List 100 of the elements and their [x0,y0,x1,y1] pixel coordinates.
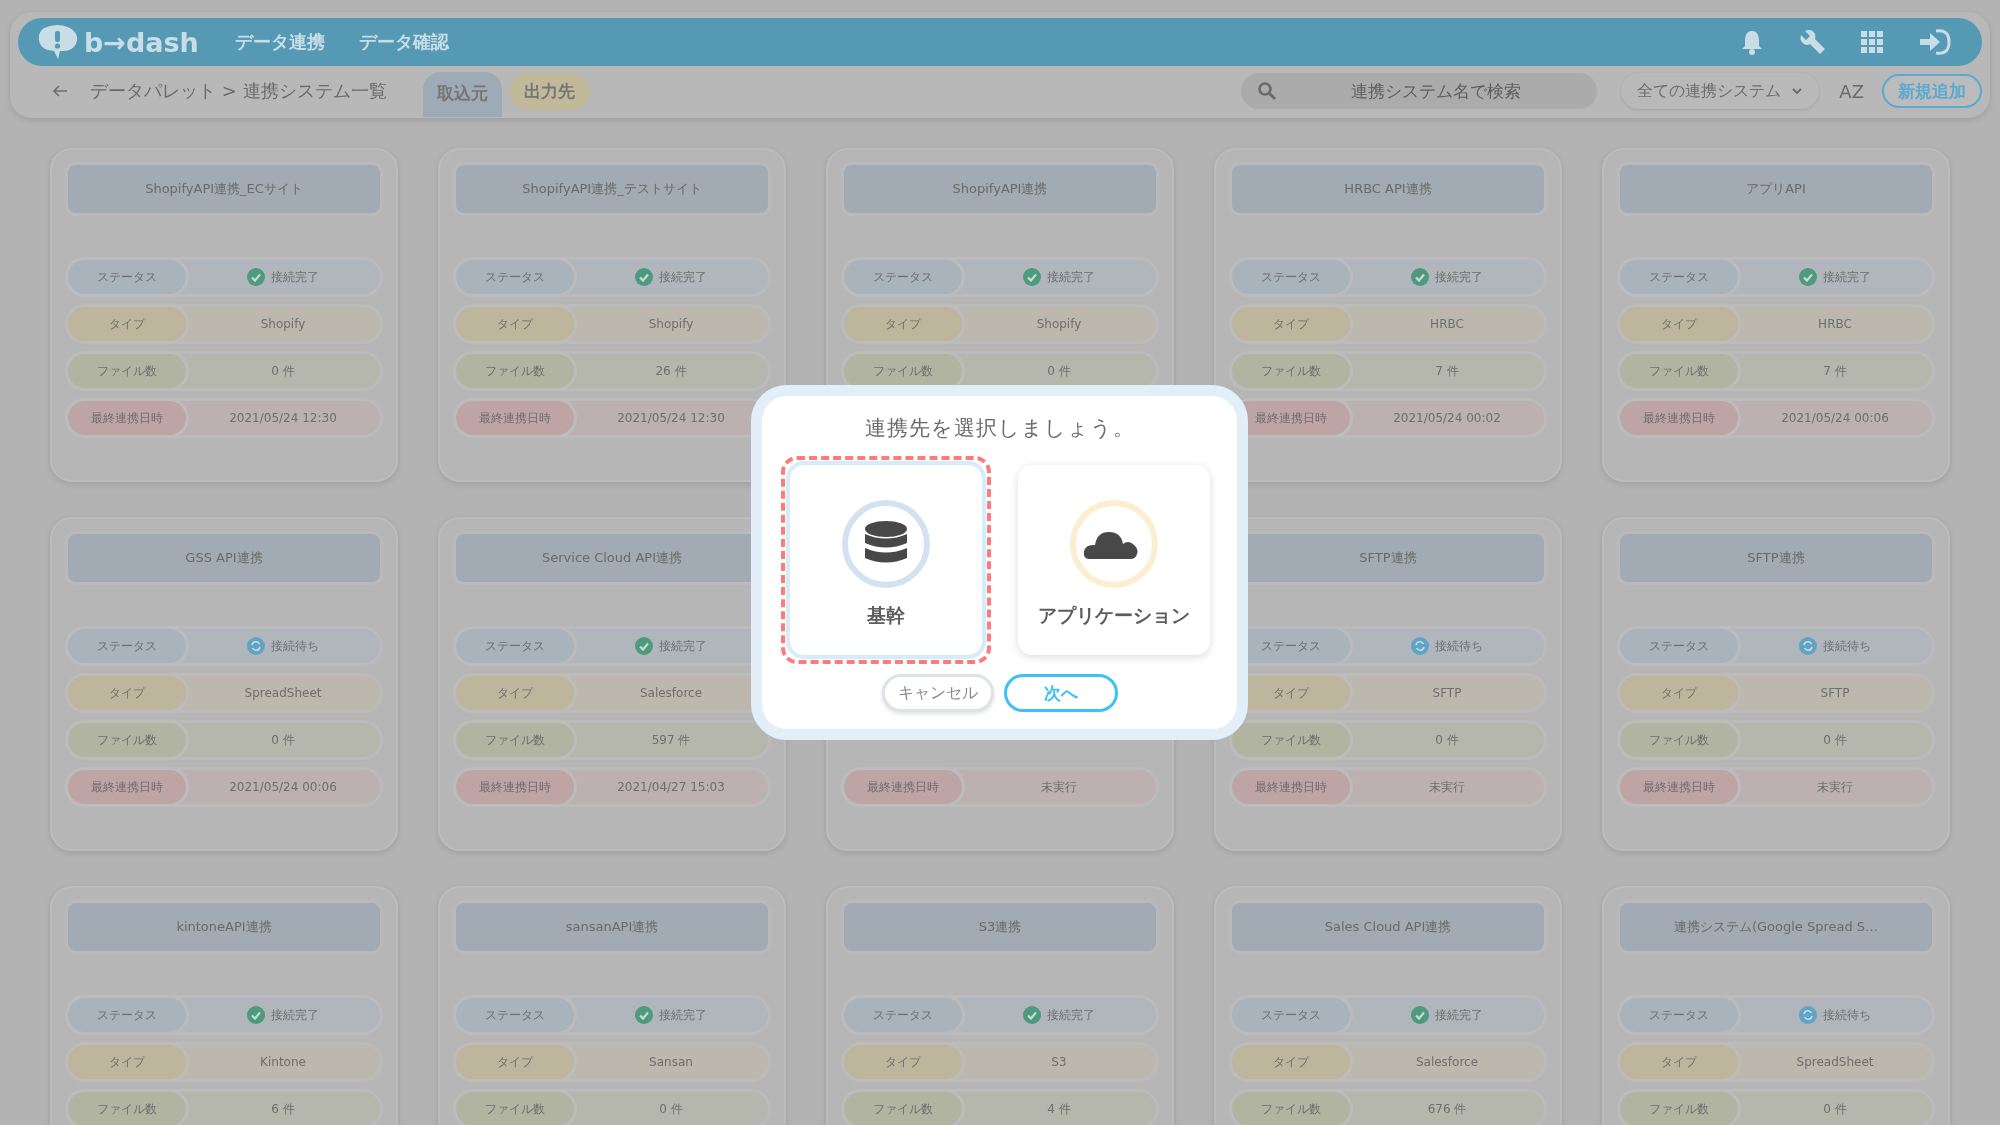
bell-icon[interactable] [1740,29,1764,55]
field-value: 2021/05/24 00:06 [1781,411,1889,425]
system-card[interactable]: ShopifyAPI連携_テストサイト ステータス 接続完了 タイプ Shopify ファイル数 26 件 最終連携日時 2021/05/24 12:30 [438,148,786,482]
field-value: 2021/05/24 12:30 [617,411,725,425]
field-value: 0 件 [1435,731,1459,749]
system-card[interactable]: Service Cloud API連携 ステータス 接続完了 タイプ Salesforce ファイル数 597 件 最終連携日時 2021/04/27 15:03 [438,517,786,851]
system-card[interactable]: 連携システム(Google Spread S… ステータス 接続待ち タイプ SpreadSheet ファイル数 0 件 [1602,886,1950,1125]
field-label: ステータス [1232,998,1350,1032]
nav-link[interactable]: データ連携 [234,30,325,54]
field-value: SpreadSheet [1796,1055,1874,1069]
field-value: 0 件 [1823,731,1847,749]
system-card[interactable]: Sales Cloud API連携 ステータス 接続完了 タイプ Salesforce ファイル数 676 件 [1214,886,1562,1125]
field-label: タイプ [1232,307,1350,341]
option-card[interactable]: 基幹 [780,456,991,664]
field-label: 最終連携日時 [1620,770,1738,804]
nav-link[interactable]: データ確認 [358,30,449,54]
field-label: ステータス [456,998,574,1032]
field-label: ファイル数 [844,354,962,388]
field-value: Salesforce [1415,1055,1479,1069]
field-label: ステータス [456,260,574,294]
field-label: タイプ [68,307,186,341]
field-label: ファイル数 [68,723,186,757]
filter-dropdown[interactable]: 全ての連携システム [1621,73,1820,109]
system-card[interactable]: SFTP連携 ステータス 接続待ち タイプ SFTP ファイル数 0 件 最終連携日時 未実行 [1214,517,1562,851]
field-value: Shopify [260,317,306,331]
field-label: タイプ [456,676,574,710]
field-value: 接続完了 [271,268,319,286]
field-label: タイプ [68,676,186,710]
field-value: 接続完了 [271,1006,319,1024]
system-card[interactable]: アプリAPI ステータス 接続完了 タイプ HRBC ファイル数 7 件 最終連携日時 2021/05/24 00:06 [1602,148,1950,482]
sign-in-icon[interactable] [1918,28,1952,56]
card-title: HRBC API連携 [1232,165,1544,213]
field-label: ファイル数 [456,1092,574,1125]
system-card[interactable]: HRBC API連携 ステータス 接続完了 タイプ HRBC ファイル数 7 件 最終連携日時 2021/05/24 00:02 [1214,148,1562,482]
field-label: ステータス [68,998,186,1032]
field-value: 接続完了 [1047,1006,1095,1024]
cancel-button[interactable]: キャンセル [881,674,994,712]
tab[interactable]: 取込元 [422,71,502,117]
field-value: 接続完了 [659,268,707,286]
field-value: 26 件 [655,362,687,380]
field-value: 2021/05/24 00:06 [229,780,337,794]
field-label: タイプ [1232,1045,1350,1079]
search-field[interactable]: 連携システム名で検索 [1241,73,1598,109]
system-card[interactable]: GSS API連携 ステータス 接続待ち タイプ SpreadSheet ファイル数 0 件 最終連携日時 2021/05/24 00:06 [50,517,398,851]
field-label: ファイル数 [68,354,186,388]
next-button[interactable]: 次へ [1003,674,1118,712]
field-value: 0 件 [271,731,295,749]
field-label: ステータス [1620,629,1738,663]
field-label: ステータス [844,260,962,294]
field-label: ファイル数 [1232,723,1350,757]
breadcrumb: データパレット > 連携システム一覧 [90,79,387,103]
field-label: タイプ [456,1045,574,1079]
field-value: 7 件 [1435,362,1459,380]
grid-menu-icon[interactable] [1860,30,1884,54]
field-label: 最終連携日時 [1232,770,1350,804]
system-card[interactable]: S3連携 ステータス 接続完了 タイプ S3 ファイル数 4 件 [826,886,1174,1125]
field-label: ファイル数 [1232,354,1350,388]
field-label: タイプ [1620,1045,1738,1079]
card-title: sansanAPI連携 [456,903,768,951]
field-label: ファイル数 [1232,1092,1350,1125]
field-value: Salesforce [639,686,703,700]
field-value: 6 件 [271,1100,295,1118]
system-card[interactable]: kintoneAPI連携 ステータス 接続完了 タイプ Kintone ファイル数 6 件 [50,886,398,1125]
field-label: 最終連携日時 [68,401,186,435]
field-label: 最終連携日時 [68,770,186,804]
field-label: ファイル数 [68,1092,186,1125]
field-label: ステータス [1620,260,1738,294]
card-title: kintoneAPI連携 [68,903,380,951]
search-icon [1257,81,1278,101]
tab[interactable]: 出力先 [509,72,589,110]
field-value: 接続待ち [1823,1006,1871,1024]
sort-button[interactable]: AZ [1835,76,1868,106]
field-label: ステータス [456,629,574,663]
field-value: 0 件 [1047,362,1071,380]
field-value: 接続完了 [1047,268,1095,286]
system-card[interactable]: sansanAPI連携 ステータス 接続完了 タイプ Sansan ファイル数 0 件 [438,886,786,1125]
field-value: 597 件 [651,731,691,749]
field-label: ステータス [68,260,186,294]
field-label: 最終連携日時 [844,770,962,804]
field-value: 0 件 [1823,1100,1847,1118]
card-title: S3連携 [844,903,1156,951]
card-title: アプリAPI [1620,165,1932,213]
field-value: SFTP [1432,686,1462,700]
field-value: S3 [1051,1055,1067,1069]
system-card[interactable]: SFTP連携 ステータス 接続待ち タイプ SFTP ファイル数 0 件 最終連携日時 未実行 [1602,517,1950,851]
field-value: HRBC [1430,317,1464,331]
field-label: タイプ [68,1045,186,1079]
field-label: ステータス [1232,260,1350,294]
wrench-icon[interactable] [1798,28,1826,56]
system-card[interactable]: ShopifyAPI連携_ECサイト ステータス 接続完了 タイプ Shopify ファイル数 0 件 最終連携日時 2021/05/24 12:30 [50,148,398,482]
field-label: タイプ [844,307,962,341]
field-value: 676 件 [1427,1100,1467,1118]
field-value: 0 件 [271,362,295,380]
field-value: 接続完了 [659,637,707,655]
add-button[interactable]: 新規追加 [1882,74,1982,108]
field-value: Shopify [1036,317,1082,331]
field-value: Kintone [260,1055,306,1069]
back-arrow-icon[interactable] [52,84,68,98]
field-value: HRBC [1818,317,1852,331]
field-value: 未実行 [1817,778,1853,796]
